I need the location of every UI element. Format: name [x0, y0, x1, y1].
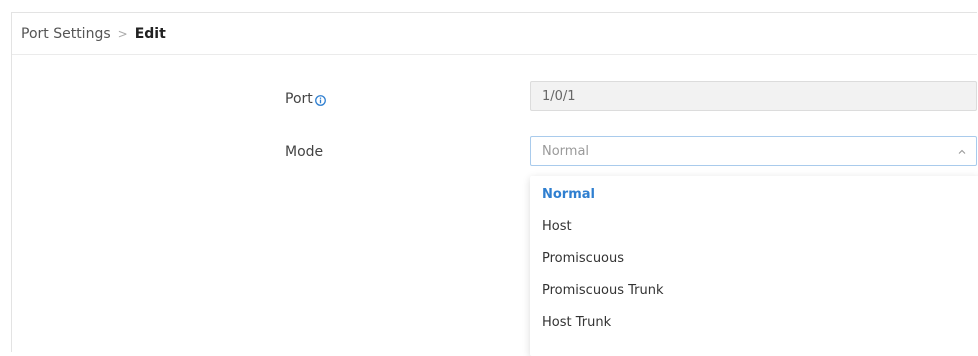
- breadcrumb-edit: Edit: [134, 25, 166, 42]
- mode-option-host[interactable]: Host: [530, 210, 978, 242]
- mode-option-promiscuous[interactable]: Promiscuous: [530, 242, 978, 274]
- mode-option-host-trunk[interactable]: Host Trunk: [530, 306, 978, 338]
- info-circle-icon[interactable]: [314, 94, 326, 106]
- port-label: Port: [285, 91, 326, 107]
- mode-dropdown-menu: Normal Host Promiscuous Promiscuous Trun…: [530, 176, 978, 356]
- port-value: 1/0/1: [542, 88, 576, 104]
- mode-selected-value: Normal: [542, 143, 590, 159]
- breadcrumb-port-settings[interactable]: Port Settings: [21, 26, 111, 42]
- mode-option-promiscuous-trunk[interactable]: Promiscuous Trunk: [530, 274, 978, 306]
- breadcrumb: Port Settings > Edit: [12, 13, 977, 55]
- chevron-up-icon[interactable]: [957, 146, 967, 156]
- mode-select[interactable]: Normal: [530, 136, 977, 166]
- port-input: 1/0/1: [530, 81, 977, 111]
- mode-option-normal[interactable]: Normal: [530, 178, 978, 210]
- mode-label: Mode: [285, 144, 324, 160]
- port-settings-panel: Port Settings > Edit Port 1/0/1 Mode Nor…: [11, 12, 978, 356]
- breadcrumb-separator: >: [117, 26, 128, 41]
- port-label-text: Port: [285, 91, 313, 107]
